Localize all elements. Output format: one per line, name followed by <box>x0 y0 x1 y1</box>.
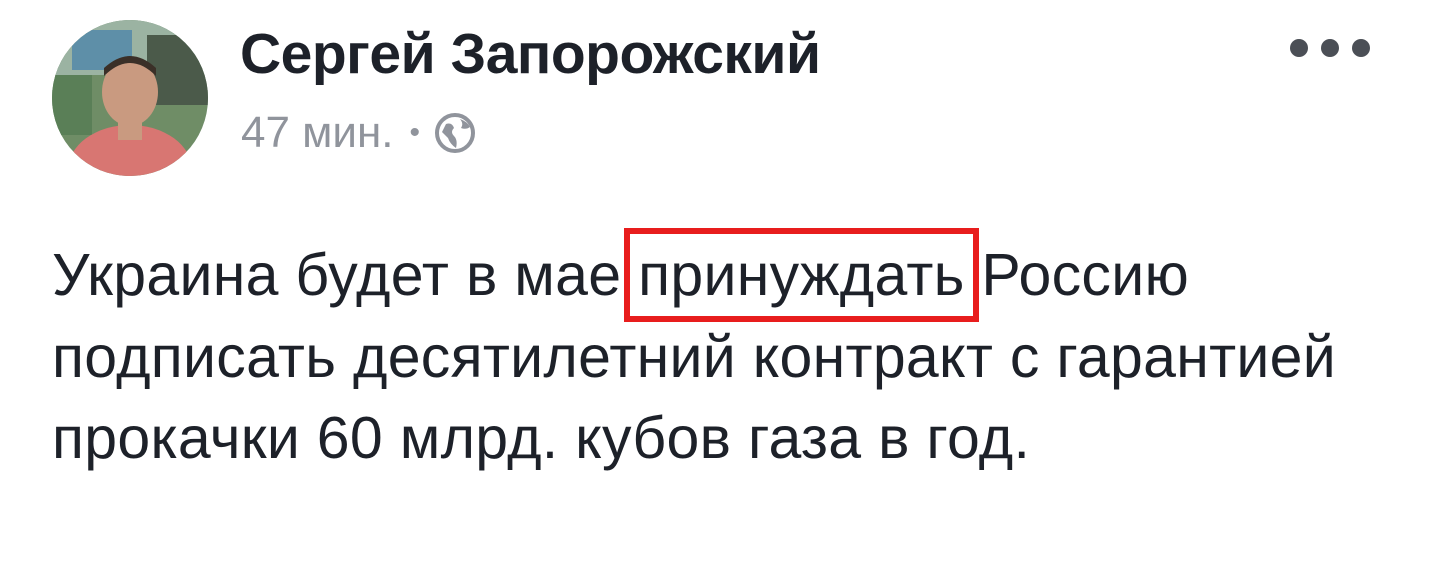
post-timestamp[interactable]: 47 мин. <box>241 108 394 158</box>
more-dot <box>1321 39 1339 57</box>
post-meta: 47 мин. • <box>241 108 476 158</box>
post-body: Украина будет в мае принуждать Россию по… <box>52 228 1412 480</box>
post-text-before: Украина будет в мае <box>52 242 622 308</box>
facebook-post: Сергей Запорожский 47 мин. • Украина буд… <box>0 0 1440 587</box>
more-dot <box>1290 39 1308 57</box>
author-name[interactable]: Сергей Запорожский <box>240 22 821 86</box>
globe-icon[interactable] <box>434 112 476 154</box>
more-options-icon[interactable] <box>1290 30 1370 66</box>
more-dot <box>1352 39 1370 57</box>
highlighted-word: принуждать <box>624 228 979 322</box>
author-avatar[interactable] <box>52 20 208 176</box>
meta-separator: • <box>409 116 421 149</box>
avatar-photo <box>52 20 208 176</box>
